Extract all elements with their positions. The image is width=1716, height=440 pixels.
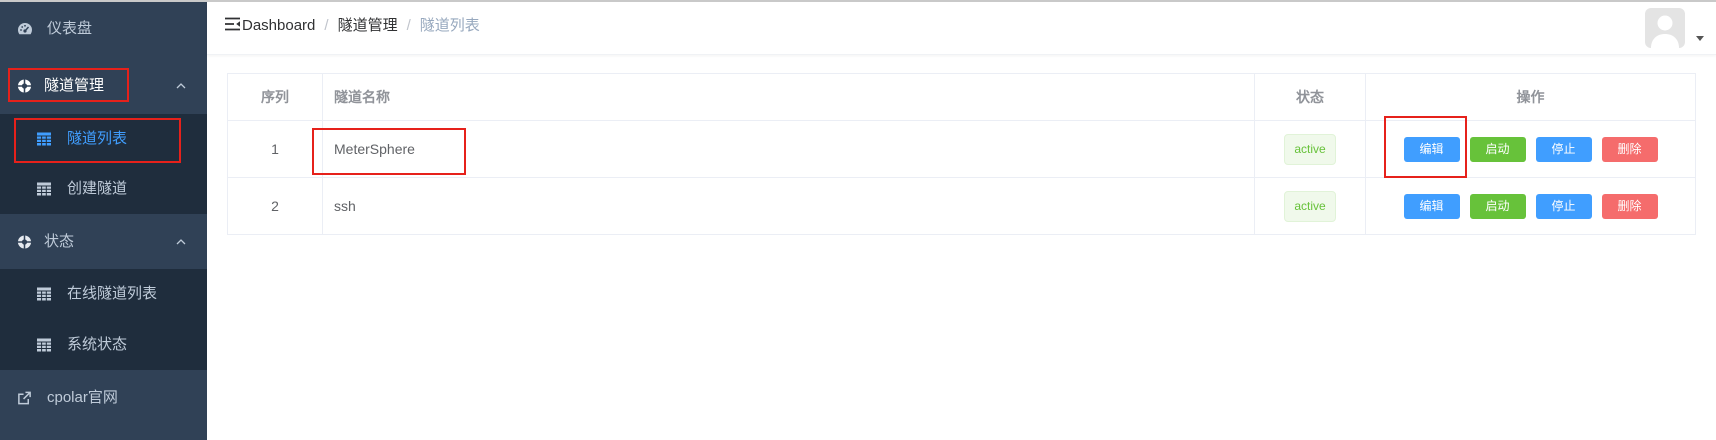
edit-button[interactable]: 编辑 bbox=[1403, 193, 1460, 219]
sidebar-item-label: 系统状态 bbox=[67, 335, 128, 353]
sidebar-item-label: 在线隧道列表 bbox=[67, 285, 158, 302]
sidebar-item-dashboard[interactable]: 仪表盘 bbox=[0, 0, 207, 58]
sidebar-item-cpolar-website[interactable]: cpolar官网 bbox=[0, 370, 207, 426]
breadcrumb-item-tunnel-management[interactable]: 隧道管理 bbox=[338, 17, 398, 34]
stop-button[interactable]: 停止 bbox=[1535, 193, 1592, 219]
table-icon bbox=[37, 287, 51, 301]
cell-status: active bbox=[1254, 120, 1366, 178]
column-header-name: 隧道名称 bbox=[322, 73, 1255, 121]
sidebar-item-tunnel-list[interactable]: 隧道列表 bbox=[0, 114, 207, 164]
dashboard-icon bbox=[17, 22, 33, 36]
delete-button[interactable]: 删除 bbox=[1601, 136, 1658, 162]
cell-actions: 编辑 启动 停止 删除 bbox=[1365, 177, 1696, 235]
sidebar: 仪表盘 隧道管理 隧道列表 创建隧道 状态 在线隧道列表 系统状态 cpolar… bbox=[0, 0, 207, 440]
action-group: 编辑 启动 停止 删除 bbox=[1366, 136, 1695, 162]
lifebuoy-icon bbox=[17, 79, 32, 94]
start-button[interactable]: 启动 bbox=[1469, 136, 1526, 162]
top-navbar: Dashboard / 隧道管理 / 隧道列表 bbox=[207, 2, 1716, 55]
lifebuoy-icon bbox=[17, 234, 32, 249]
chevron-up-icon bbox=[176, 238, 186, 245]
sidebar-item-label: 状态 bbox=[44, 232, 75, 250]
chevron-up-icon bbox=[176, 83, 186, 89]
breadcrumb-separator: / bbox=[406, 17, 411, 34]
hamburger-icon[interactable] bbox=[224, 16, 241, 32]
sidebar-item-label: 隧道管理 bbox=[44, 77, 105, 94]
sidebar-item-system-status[interactable]: 系统状态 bbox=[0, 319, 207, 370]
delete-button[interactable]: 删除 bbox=[1601, 193, 1658, 219]
cell-index: 1 bbox=[227, 120, 323, 178]
avatar-icon[interactable] bbox=[1645, 8, 1685, 48]
sidebar-item-label: 仪表盘 bbox=[47, 20, 93, 37]
caret-down-icon[interactable] bbox=[1696, 36, 1704, 41]
table-icon bbox=[37, 132, 51, 146]
breadcrumb-item-dashboard[interactable]: Dashboard bbox=[242, 17, 315, 34]
column-header-status: 状态 bbox=[1254, 73, 1366, 121]
column-header-index: 序列 bbox=[227, 73, 323, 121]
external-link-icon bbox=[17, 391, 32, 406]
stop-button[interactable]: 停止 bbox=[1535, 136, 1592, 162]
table-icon bbox=[37, 338, 51, 351]
tunnel-table: 序列 隧道名称 状态 操作 1 MeterSphere active 编辑 启动… bbox=[227, 73, 1696, 235]
cell-index: 2 bbox=[227, 177, 323, 235]
table-row: 2 ssh active 编辑 启动 停止 删除 bbox=[227, 177, 1696, 235]
window-top-border bbox=[0, 0, 1716, 2]
sidebar-item-online-tunnels[interactable]: 在线隧道列表 bbox=[0, 269, 207, 319]
sidebar-item-create-tunnel[interactable]: 创建隧道 bbox=[0, 164, 207, 214]
status-badge: active bbox=[1284, 190, 1336, 222]
start-button[interactable]: 启动 bbox=[1469, 193, 1526, 219]
column-header-actions: 操作 bbox=[1365, 73, 1696, 121]
breadcrumb: Dashboard / 隧道管理 / 隧道列表 bbox=[242, 2, 480, 50]
edit-button[interactable]: 编辑 bbox=[1403, 136, 1460, 162]
sidebar-item-label: 隧道列表 bbox=[67, 130, 128, 147]
table-row: 1 MeterSphere active 编辑 启动 停止 删除 bbox=[227, 120, 1696, 178]
breadcrumb-item-current: 隧道列表 bbox=[419, 17, 480, 34]
sidebar-item-label: cpolar官网 bbox=[47, 389, 118, 406]
action-group: 编辑 启动 停止 删除 bbox=[1366, 193, 1695, 219]
status-badge: active bbox=[1284, 133, 1336, 165]
sidebar-item-tunnel-management[interactable]: 隧道管理 bbox=[0, 58, 207, 114]
breadcrumb-separator: / bbox=[324, 17, 329, 34]
cell-actions: 编辑 启动 停止 删除 bbox=[1365, 120, 1696, 178]
table-header-row: 序列 隧道名称 状态 操作 bbox=[227, 73, 1696, 121]
cell-tunnel-name: MeterSphere bbox=[322, 120, 1255, 178]
cell-status: active bbox=[1254, 177, 1366, 235]
cell-tunnel-name: ssh bbox=[322, 177, 1255, 235]
sidebar-item-status[interactable]: 状态 bbox=[0, 214, 207, 269]
sidebar-item-label: 创建隧道 bbox=[67, 180, 128, 197]
table-icon bbox=[37, 182, 51, 196]
